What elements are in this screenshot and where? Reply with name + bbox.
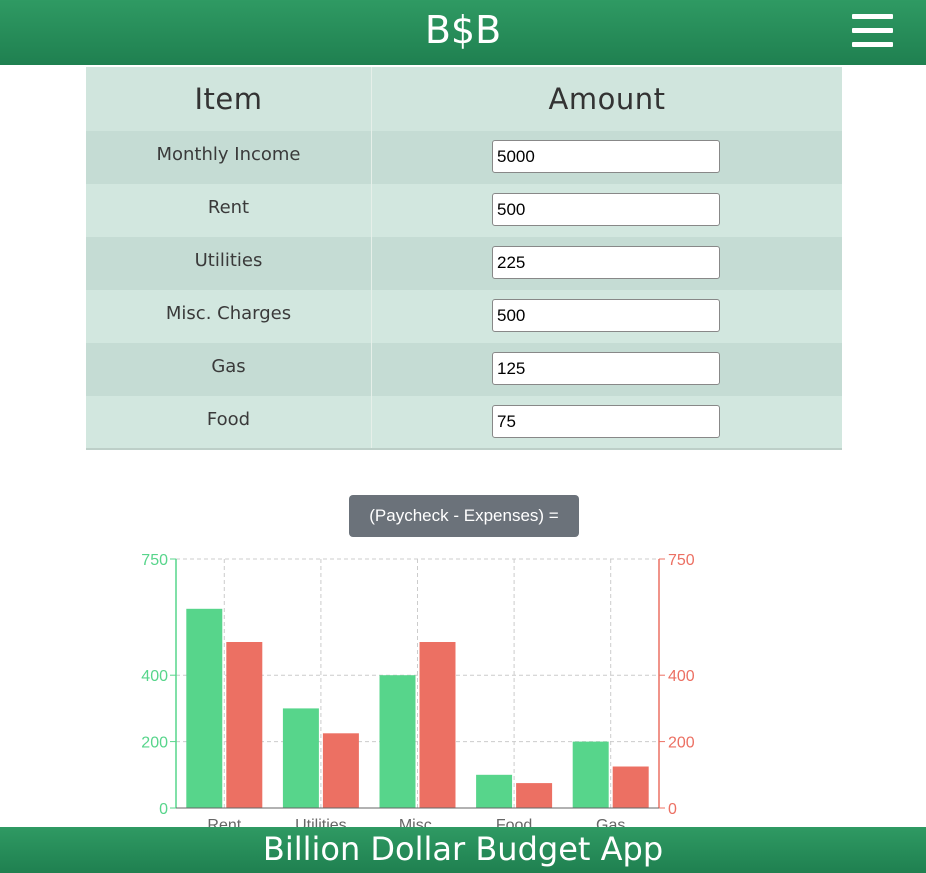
app-footer: Billion Dollar Budget App [0, 827, 926, 873]
chart-bar [516, 783, 553, 808]
left-axis-tick-label: 0 [159, 801, 168, 818]
left-axis-tick-label: 400 [141, 668, 168, 685]
chart-bar [419, 642, 456, 808]
right-axis-tick-label: 400 [668, 668, 695, 685]
chart-bar [186, 608, 223, 808]
right-axis-tick-label: 0 [668, 801, 677, 818]
footer-title: Billion Dollar Budget App [262, 830, 664, 868]
chart-bar [282, 708, 319, 808]
chart-bar [612, 766, 649, 808]
chart-bar [322, 733, 359, 808]
left-axis-tick-label: 750 [141, 552, 168, 569]
right-axis-tick-label: 200 [668, 735, 695, 752]
chart-bar [379, 675, 416, 808]
chart-bar [476, 774, 513, 808]
chart-bar [226, 642, 263, 808]
left-axis-tick-label: 200 [141, 735, 168, 752]
budget-bar-chart: 02004007500200400750Rent Utilities Misc. Fo… [141, 552, 695, 834]
chart-bar [572, 741, 609, 808]
right-axis-tick-label: 750 [668, 552, 695, 569]
